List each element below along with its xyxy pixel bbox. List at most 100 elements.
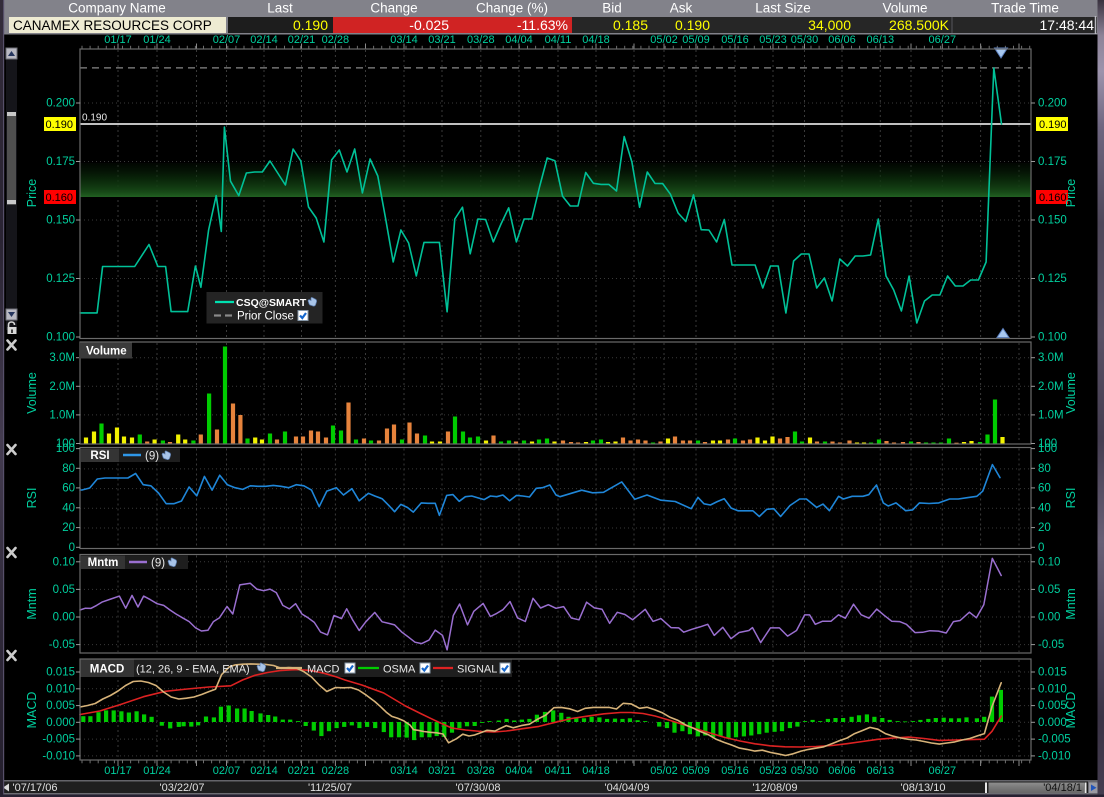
svg-text:0.125: 0.125: [46, 273, 75, 285]
svg-text:05/02: 05/02: [650, 765, 678, 777]
svg-text:0.160: 0.160: [1039, 192, 1067, 204]
svg-text:-0.005: -0.005: [1038, 734, 1071, 746]
svg-text:OSMA: OSMA: [383, 664, 416, 676]
svg-text:04/11: 04/11: [545, 765, 572, 777]
svg-text:'04/04/09: '04/04/09: [605, 782, 650, 794]
svg-text:02/07: 02/07: [213, 765, 241, 777]
svg-text:Prior Close: Prior Close: [237, 311, 294, 323]
svg-text:02/21: 02/21: [288, 765, 316, 777]
svg-text:Last Size: Last Size: [755, 1, 811, 16]
svg-text:Mntm: Mntm: [88, 557, 119, 569]
svg-text:0.190: 0.190: [1039, 119, 1067, 131]
svg-text:2.0M: 2.0M: [49, 381, 75, 393]
svg-text:03/28: 03/28: [467, 765, 495, 777]
svg-text:0.100: 0.100: [1038, 332, 1067, 344]
svg-text:20: 20: [62, 522, 75, 534]
svg-text:MACD: MACD: [307, 664, 339, 676]
svg-text:-11.63%: -11.63%: [517, 17, 568, 33]
svg-text:0.150: 0.150: [1038, 215, 1067, 227]
svg-text:Mntm: Mntm: [25, 588, 39, 619]
svg-text:(9): (9): [145, 451, 159, 463]
svg-text:06/06: 06/06: [828, 765, 856, 777]
svg-text:05/30: 05/30: [791, 765, 819, 777]
svg-text:Company Name: Company Name: [68, 1, 166, 16]
svg-text:Mntm: Mntm: [1064, 588, 1078, 619]
svg-text:100: 100: [56, 443, 75, 455]
svg-text:0.015: 0.015: [1038, 667, 1067, 679]
svg-text:SIGNAL: SIGNAL: [457, 664, 497, 676]
svg-text:0.150: 0.150: [46, 215, 75, 227]
svg-text:100: 100: [1038, 443, 1057, 455]
svg-text:80: 80: [62, 463, 75, 475]
svg-text:0.00: 0.00: [53, 612, 75, 624]
svg-text:RSI: RSI: [25, 488, 39, 509]
svg-text:MACD: MACD: [1064, 692, 1078, 729]
svg-text:0.200: 0.200: [1038, 98, 1067, 110]
svg-text:'11/25/07: '11/25/07: [308, 782, 352, 794]
svg-text:02/14: 02/14: [250, 765, 278, 777]
svg-text:MACD: MACD: [90, 664, 125, 676]
svg-text:Ask: Ask: [670, 1, 693, 16]
svg-text:(9): (9): [151, 558, 165, 570]
svg-text:17:48:44: 17:48:44: [1040, 17, 1095, 33]
svg-text:04/18: 04/18: [582, 765, 610, 777]
svg-text:Change (%): Change (%): [476, 1, 548, 16]
svg-text:'07/17/06: '07/17/06: [13, 782, 58, 794]
svg-text:Trade Time: Trade Time: [991, 1, 1059, 16]
svg-text:0.190: 0.190: [293, 17, 328, 33]
svg-text:01/24: 01/24: [143, 765, 171, 777]
svg-text:60: 60: [1038, 482, 1051, 494]
svg-text:34,000: 34,000: [808, 17, 851, 33]
svg-text:'12/08/09: '12/08/09: [753, 782, 798, 794]
svg-text:-0.05: -0.05: [49, 639, 75, 651]
svg-text:CSQ@SMART: CSQ@SMART: [236, 297, 307, 309]
svg-text:01/17: 01/17: [104, 765, 132, 777]
svg-text:Price: Price: [1064, 179, 1078, 208]
svg-text:80: 80: [1038, 463, 1051, 475]
svg-text:40: 40: [1038, 502, 1051, 514]
svg-text:0: 0: [69, 542, 75, 554]
svg-text:268.500K: 268.500K: [889, 17, 950, 33]
svg-text:03/14: 03/14: [390, 765, 418, 777]
svg-text:'03/22/07: '03/22/07: [160, 782, 205, 794]
svg-text:0.125: 0.125: [1038, 273, 1067, 285]
svg-text:0.175: 0.175: [46, 156, 75, 168]
svg-text:0: 0: [1038, 542, 1044, 554]
svg-text:'07/30/08: '07/30/08: [456, 782, 501, 794]
svg-text:-0.025: -0.025: [409, 17, 449, 33]
svg-text:Volume: Volume: [1064, 372, 1078, 414]
svg-text:0.000: 0.000: [1038, 717, 1067, 729]
svg-text:40: 40: [62, 502, 75, 514]
svg-text:05/09: 05/09: [682, 765, 710, 777]
svg-text:0.010: 0.010: [46, 683, 75, 695]
svg-text:0.175: 0.175: [1038, 156, 1067, 168]
svg-text:3.0M: 3.0M: [1038, 352, 1064, 364]
svg-text:Last: Last: [267, 1, 293, 16]
svg-text:Price: Price: [25, 179, 39, 208]
svg-text:Volume: Volume: [882, 1, 927, 16]
svg-text:60: 60: [62, 482, 75, 494]
svg-text:Volume: Volume: [25, 372, 39, 414]
svg-text:0.190: 0.190: [675, 17, 710, 33]
svg-text:0.190: 0.190: [82, 113, 107, 124]
svg-text:06/13: 06/13: [867, 765, 895, 777]
svg-text:0.005: 0.005: [46, 700, 75, 712]
svg-text:Volume: Volume: [86, 346, 127, 358]
svg-text:0.190: 0.190: [45, 119, 73, 131]
svg-text:05/23: 05/23: [759, 765, 787, 777]
svg-text:06/27: 06/27: [929, 765, 957, 777]
svg-text:Change: Change: [370, 1, 417, 16]
svg-text:0.05: 0.05: [53, 584, 75, 596]
svg-text:2.0M: 2.0M: [1038, 381, 1064, 393]
svg-text:0.000: 0.000: [46, 717, 75, 729]
svg-text:CANAMEX RESOURCES CORP: CANAMEX RESOURCES CORP: [13, 18, 212, 33]
svg-text:'08/13/10: '08/13/10: [901, 782, 946, 794]
svg-text:Bid: Bid: [602, 1, 622, 16]
svg-text:0.160: 0.160: [45, 192, 73, 204]
svg-text:(12, 26, 9 - EMA, EMA): (12, 26, 9 - EMA, EMA): [136, 664, 250, 676]
svg-text:04/04: 04/04: [505, 765, 533, 777]
svg-text:0.100: 0.100: [46, 332, 75, 344]
svg-text:0.015: 0.015: [46, 667, 75, 679]
svg-text:RSI: RSI: [90, 450, 109, 462]
svg-text:0.010: 0.010: [1038, 683, 1067, 695]
